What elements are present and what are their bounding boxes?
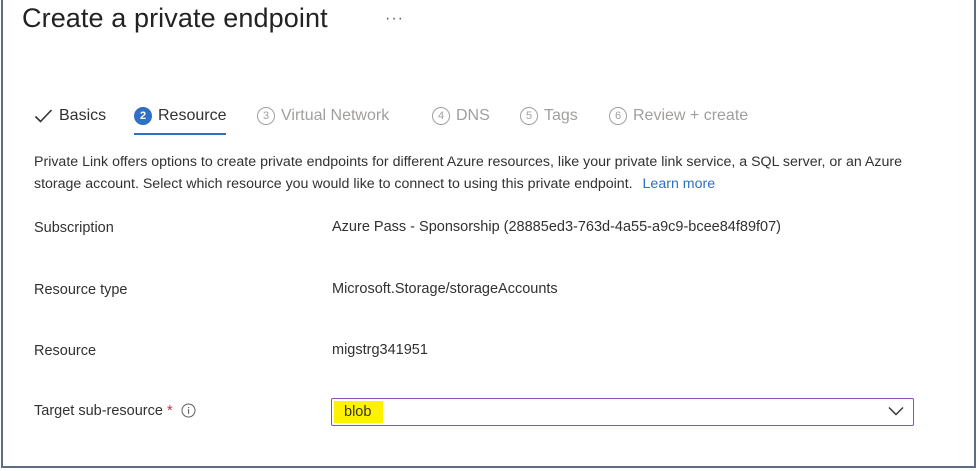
learn-more-link[interactable]: Learn more: [643, 176, 716, 192]
resource-label: Resource: [34, 343, 97, 359]
tab-label: Review + create: [633, 107, 749, 124]
tab-virtual-network[interactable]: 3 Virtual Network: [257, 103, 389, 129]
step-number-badge: 6: [609, 107, 627, 125]
required-marker: *: [166, 403, 173, 419]
step-number-badge: 4: [432, 107, 450, 125]
tab-tags[interactable]: 5 Tags: [520, 103, 578, 129]
chevron-down-icon: [888, 406, 904, 416]
dropdown-selected-value: blob: [334, 401, 384, 423]
tab-label: Virtual Network: [281, 107, 390, 124]
step-number-badge: 5: [520, 107, 538, 125]
resource-description: Private Link offers options to create pr…: [34, 151, 934, 195]
tab-label: Tags: [544, 107, 578, 124]
tab-resource[interactable]: 2 Resource: [134, 103, 227, 135]
step-number-badge: 2: [134, 107, 152, 125]
blade-frame: Create a private endpoint ··· Basics 2 R…: [1, 0, 976, 468]
wizard-tabs: Basics 2 Resource 3 Virtual Network 4 DN…: [34, 103, 794, 135]
check-icon: [34, 108, 53, 124]
more-icon[interactable]: ···: [385, 10, 404, 28]
field-label-text: Target sub-resource: [34, 403, 163, 419]
target-sub-resource-dropdown[interactable]: blob: [331, 398, 914, 426]
info-icon[interactable]: [181, 403, 196, 418]
page-title: Create a private endpoint: [22, 3, 328, 33]
tab-label: Resource: [158, 107, 227, 124]
resource-type-label: Resource type: [34, 282, 128, 298]
target-sub-resource-label: Target sub-resource *: [34, 403, 196, 419]
tab-label: Basics: [59, 107, 107, 124]
subscription-value: Azure Pass - Sponsorship (28885ed3-763d-…: [332, 219, 781, 235]
tab-label: DNS: [456, 107, 490, 124]
resource-value: migstrg341951: [332, 342, 428, 358]
step-number-badge: 3: [257, 107, 275, 125]
subscription-label: Subscription: [34, 220, 114, 236]
tab-dns[interactable]: 4 DNS: [432, 103, 490, 129]
resource-type-value: Microsoft.Storage/storageAccounts: [332, 281, 558, 297]
tab-basics[interactable]: Basics: [34, 103, 106, 129]
description-text: Private Link offers options to create pr…: [34, 154, 902, 192]
tab-review-create[interactable]: 6 Review + create: [609, 103, 748, 129]
